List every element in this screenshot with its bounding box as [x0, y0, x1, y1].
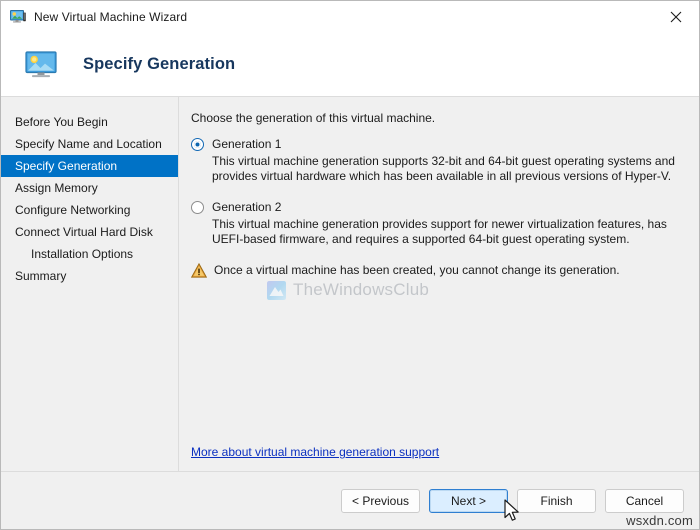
warning-message: Once a virtual machine has been created,…: [190, 262, 681, 278]
dialog-footer: < Previous Next > Finish Cancel wsxdn.co…: [1, 471, 699, 529]
intro-text: Choose the generation of this virtual ma…: [191, 111, 436, 125]
more-about-generation-support-link[interactable]: More about virtual machine generation su…: [191, 445, 439, 459]
warning-text: Once a virtual machine has been created,…: [214, 263, 620, 277]
main-content: Choose the generation of this virtual ma…: [179, 97, 699, 471]
radio-option-generation-1[interactable]: Generation 1: [191, 137, 681, 151]
watermark-wsxdn: wsxdn.com: [626, 513, 693, 528]
page-title: Specify Generation: [83, 54, 236, 73]
watermark-label: TheWindowsClub: [293, 280, 430, 299]
sidebar-item-configure-networking[interactable]: Configure Networking: [1, 199, 178, 221]
radio-label-generation-2[interactable]: Generation 2: [212, 200, 281, 214]
warning-triangle-icon: [190, 262, 208, 278]
sidebar-item-connect-virtual-hard-disk[interactable]: Connect Virtual Hard Disk: [1, 221, 178, 243]
finish-button[interactable]: Finish: [517, 488, 596, 513]
radio-label-generation-1[interactable]: Generation 1: [212, 137, 281, 151]
radio-description-generation-1: This virtual machine generation supports…: [212, 154, 675, 183]
page-header: Specify Generation: [1, 32, 699, 97]
radio-button-generation-2[interactable]: [191, 201, 204, 214]
sidebar-item-installation-options[interactable]: Installation Options: [1, 243, 178, 265]
sidebar-item-specify-generation[interactable]: Specify Generation: [1, 155, 178, 177]
close-icon[interactable]: [653, 1, 699, 32]
window-title: New Virtual Machine Wizard: [34, 9, 188, 24]
sidebar-item-assign-memory[interactable]: Assign Memory: [1, 177, 178, 199]
new-virtual-machine-wizard-window: New Virtual Machine Wizard Specify Gener…: [0, 0, 700, 530]
previous-button[interactable]: < Previous: [341, 488, 420, 513]
watermark-thewindowsclub: TheWindowsClub: [267, 280, 429, 300]
sidebar-item-summary[interactable]: Summary: [1, 265, 178, 287]
radio-option-generation-2[interactable]: Generation 2: [191, 200, 681, 214]
radio-button-generation-1[interactable]: [191, 138, 204, 151]
next-button[interactable]: Next >: [429, 488, 508, 513]
cancel-button[interactable]: Cancel: [605, 488, 684, 513]
radio-description-generation-2: This virtual machine generation provides…: [212, 217, 667, 246]
virtual-machine-monitor-icon: [10, 9, 26, 25]
thewindowsclub-logo-icon: [267, 280, 286, 300]
sidebar-item-specify-name-and-location[interactable]: Specify Name and Location: [1, 133, 178, 155]
dialog-body: Before You Begin Specify Name and Locati…: [1, 97, 699, 471]
sidebar-item-before-you-begin[interactable]: Before You Begin: [1, 111, 178, 133]
wizard-steps-sidebar: Before You Begin Specify Name and Locati…: [1, 97, 179, 471]
virtual-machine-monitor-icon: [25, 50, 57, 78]
titlebar: New Virtual Machine Wizard: [1, 1, 699, 32]
